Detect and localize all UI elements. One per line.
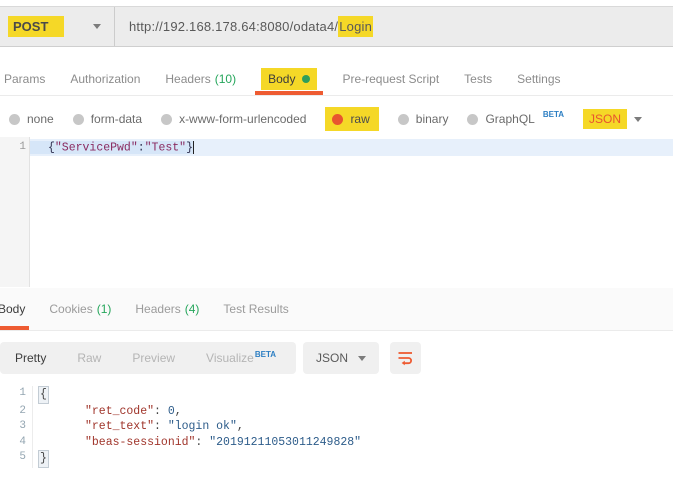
mode-label: binary — [416, 112, 449, 126]
url-input[interactable]: http://192.168.178.64:8080/odata4/Login — [115, 19, 673, 34]
tab-label: Cookies — [49, 302, 92, 316]
line-number: 2 — [0, 404, 33, 420]
request-body-editor[interactable]: 1 {"ServicePwd":"Test"} — [0, 137, 673, 287]
mode-x-www-form-urlencoded[interactable]: x-www-form-urlencoded — [161, 112, 306, 126]
format-label: JSON — [316, 351, 348, 365]
method-selector[interactable]: POST — [0, 7, 115, 46]
mode-label: x-www-form-urlencoded — [179, 112, 306, 126]
response-line: 2 "ret_code": 0, — [0, 404, 673, 420]
view-visualize[interactable]: VisualizeBETA — [206, 351, 276, 365]
tab-headers[interactable]: Headers (10) — [165, 62, 236, 95]
url-bar: POST http://192.168.178.64:8080/odata4/L… — [0, 6, 673, 47]
tab-label: Params — [4, 72, 45, 86]
tab-authorization[interactable]: Authorization — [70, 62, 140, 95]
mode-label: raw — [350, 112, 369, 126]
response-tab-test-results[interactable]: Test Results — [223, 288, 288, 330]
view-mode-segment: Pretty Raw Preview VisualizeBETA — [0, 342, 296, 374]
chevron-down-icon — [358, 356, 366, 361]
tab-params[interactable]: Params — [4, 62, 45, 95]
response-line: 5 } — [0, 450, 673, 468]
request-json-code: {"ServicePwd":"Test"} — [30, 141, 194, 155]
raw-format-selector[interactable]: JSON — [583, 109, 642, 129]
tab-label: Body — [268, 72, 295, 86]
mode-form-data[interactable]: form-data — [73, 112, 142, 126]
tab-label: Test Results — [223, 302, 288, 316]
editor-gutter — [0, 137, 30, 287]
response-line: 3 "ret_text": "login ok", — [0, 419, 673, 435]
line-number: 4 — [0, 435, 33, 451]
view-raw[interactable]: Raw — [77, 351, 101, 365]
tab-label: Tests — [464, 72, 492, 86]
radio-icon — [398, 114, 409, 125]
mode-label: GraphQL — [485, 112, 534, 126]
cookies-count-badge: (1) — [97, 302, 112, 316]
format-label: JSON — [583, 109, 627, 129]
tab-tests[interactable]: Tests — [464, 62, 492, 95]
editor-active-line: 1 {"ServicePwd":"Test"} — [30, 139, 673, 156]
tab-label: Pre-request Script — [342, 72, 439, 86]
headers-count-badge: (4) — [185, 302, 200, 316]
body-mode-row: none form-data x-www-form-urlencoded raw… — [0, 103, 673, 135]
response-line: 4 "beas-sessionid": "2019121105301124982… — [0, 435, 673, 451]
tab-body[interactable]: Body — [261, 62, 317, 95]
tab-pre-request-script[interactable]: Pre-request Script — [342, 62, 439, 95]
radio-icon — [161, 114, 172, 125]
response-format-selector[interactable]: JSON — [303, 342, 379, 374]
line-number: 1 — [0, 386, 33, 404]
response-tab-bar: Body Cookies (1) Headers (4) Test Result… — [0, 288, 673, 331]
visualize-beta-badge: BETA — [255, 350, 276, 359]
tab-label: Body — [0, 302, 25, 316]
mode-label: none — [27, 112, 54, 126]
tab-label: Settings — [517, 72, 560, 86]
mode-none[interactable]: none — [9, 112, 54, 126]
line-number: 3 — [0, 419, 33, 435]
mode-raw[interactable]: raw — [325, 107, 378, 131]
response-line: 1 { — [0, 386, 673, 404]
request-tab-bar: Params Authorization Headers (10) Body P… — [0, 62, 673, 96]
text-cursor — [193, 141, 194, 154]
radio-icon — [9, 114, 20, 125]
wrap-lines-button[interactable] — [390, 342, 421, 374]
url-highlighted-segment: Login — [338, 16, 373, 37]
mode-graphql[interactable]: GraphQL BETA — [467, 112, 564, 126]
line-number: 1 — [0, 139, 26, 156]
radio-icon — [467, 114, 478, 125]
chevron-down-icon — [93, 24, 101, 29]
tab-label: Headers — [165, 72, 210, 86]
url-text: http://192.168.178.64:8080/odata4/ — [129, 19, 338, 34]
response-toolbar: Pretty Raw Preview VisualizeBETA JSON — [0, 340, 673, 376]
response-tab-body[interactable]: Body — [0, 288, 25, 330]
response-body-viewer[interactable]: 1 { 2 "ret_code": 0, 3 "ret_text": "logi… — [0, 386, 673, 468]
view-pretty[interactable]: Pretty — [15, 351, 46, 365]
view-preview[interactable]: Preview — [132, 351, 175, 365]
graphql-beta-badge: BETA — [543, 110, 564, 119]
chevron-down-icon — [634, 117, 642, 122]
headers-count-badge: (10) — [215, 72, 236, 86]
mode-binary[interactable]: binary — [398, 112, 449, 126]
body-filled-dot-icon — [302, 75, 310, 83]
line-number: 5 — [0, 450, 33, 468]
response-tab-cookies[interactable]: Cookies (1) — [49, 288, 111, 330]
radio-selected-icon — [332, 114, 343, 125]
mode-label: form-data — [91, 112, 142, 126]
radio-icon — [73, 114, 84, 125]
response-tab-headers[interactable]: Headers (4) — [135, 288, 199, 330]
tab-settings[interactable]: Settings — [517, 62, 560, 95]
tab-label: Headers — [135, 302, 180, 316]
method-label: POST — [8, 16, 64, 37]
tab-label: Authorization — [70, 72, 140, 86]
wrap-lines-icon — [397, 350, 414, 366]
